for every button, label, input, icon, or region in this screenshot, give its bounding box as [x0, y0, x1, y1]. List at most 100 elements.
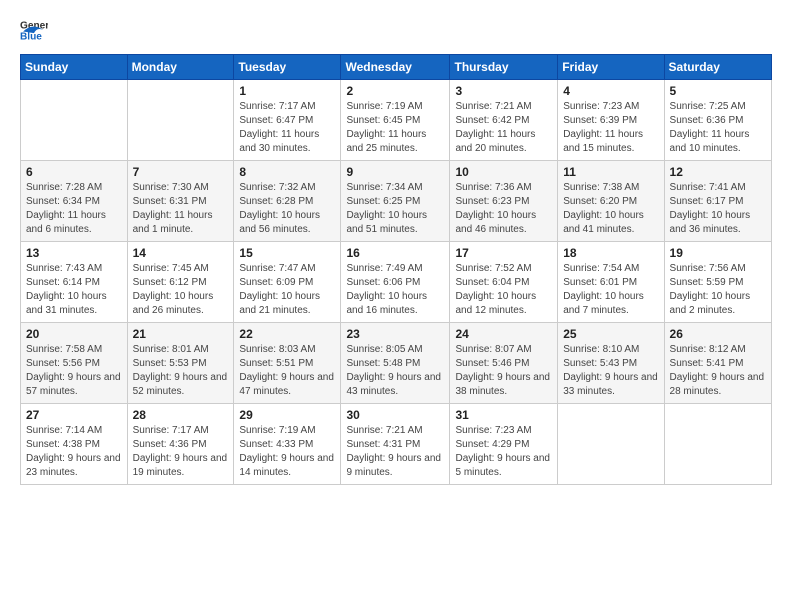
- calendar-cell: 26 Sunrise: 8:12 AM Sunset: 5:41 PM Dayli…: [664, 323, 771, 404]
- day-number: 1: [239, 84, 335, 98]
- page: General Blue SundayMondayTuesdayWednesda…: [0, 0, 792, 501]
- calendar-cell: 11Sunrise: 7:38 AM Sunset: 6:20 PM Dayli…: [558, 161, 664, 242]
- calendar-cell: 25Sunrise: 8:10 AM Sunset: 5:43 PM Dayli…: [558, 323, 664, 404]
- day-info: Sunrise: 7:43 AM Sunset: 6:14 PM Dayligh…: [26, 262, 122, 318]
- calendar-cell: 17Sunrise: 7:52 AM Sunset: 6:04 PM Dayli…: [450, 242, 558, 323]
- day-info: Sunrise: 7:56 AM Sunset: 5:59 PM Dayligh…: [670, 262, 766, 318]
- day-number: 4: [563, 84, 658, 98]
- day-info: Sunrise: 7:34 AM Sunset: 6:25 PM Dayligh…: [346, 181, 444, 237]
- calendar-cell: 10Sunrise: 7:36 AM Sunset: 6:23 PM Dayli…: [450, 161, 558, 242]
- calendar-cell: 24 Sunrise: 8:07 AM Sunset: 5:46 PM Dayli…: [450, 323, 558, 404]
- calendar-cell: 18 Sunrise: 7:54 AM Sunset: 6:01 PM Dayli…: [558, 242, 664, 323]
- day-info: Sunrise: 7:32 AM Sunset: 6:28 PM Dayligh…: [239, 181, 335, 237]
- calendar-week-row: 6 Sunrise: 7:28 AM Sunset: 6:34 PM Daylig…: [21, 161, 772, 242]
- svg-text:Blue: Blue: [20, 31, 42, 42]
- day-number: 8: [239, 165, 335, 179]
- day-number: 28: [133, 408, 229, 422]
- day-info: Sunrise: 7:23 AM Sunset: 4:29 PM Dayligh…: [455, 424, 552, 480]
- day-number: 2: [346, 84, 444, 98]
- day-number: 18: [563, 246, 658, 260]
- calendar-cell: 29 Sunrise: 7:19 AM Sunset: 4:33 PM Dayli…: [234, 404, 341, 485]
- calendar-cell: 19 Sunrise: 7:56 AM Sunset: 5:59 PM Dayli…: [664, 242, 771, 323]
- calendar-cell: 5 Sunrise: 7:25 AM Sunset: 6:36 PM Daylig…: [664, 80, 771, 161]
- calendar-week-row: 27Sunrise: 7:14 AM Sunset: 4:38 PM Dayli…: [21, 404, 772, 485]
- day-number: 16: [346, 246, 444, 260]
- weekday-header: Sunday: [21, 55, 128, 80]
- calendar-cell: 14Sunrise: 7:45 AM Sunset: 6:12 PM Dayli…: [127, 242, 234, 323]
- logo-icon: General Blue: [20, 16, 48, 44]
- day-number: 7: [133, 165, 229, 179]
- day-info: Sunrise: 7:23 AM Sunset: 6:39 PM Dayligh…: [563, 100, 658, 156]
- day-info: Sunrise: 7:41 AM Sunset: 6:17 PM Dayligh…: [670, 181, 766, 237]
- day-number: 15: [239, 246, 335, 260]
- day-info: Sunrise: 8:07 AM Sunset: 5:46 PM Dayligh…: [455, 343, 552, 399]
- day-info: Sunrise: 7:58 AM Sunset: 5:56 PM Dayligh…: [26, 343, 122, 399]
- day-info: Sunrise: 7:28 AM Sunset: 6:34 PM Dayligh…: [26, 181, 122, 237]
- day-info: Sunrise: 7:21 AM Sunset: 6:42 PM Dayligh…: [455, 100, 552, 156]
- day-info: Sunrise: 7:17 AM Sunset: 6:47 PM Dayligh…: [239, 100, 335, 156]
- day-number: 5: [670, 84, 766, 98]
- day-info: Sunrise: 7:21 AM Sunset: 4:31 PM Dayligh…: [346, 424, 444, 480]
- calendar-cell: 7 Sunrise: 7:30 AM Sunset: 6:31 PM Daylig…: [127, 161, 234, 242]
- calendar-cell: 3 Sunrise: 7:21 AM Sunset: 6:42 PM Daylig…: [450, 80, 558, 161]
- day-info: Sunrise: 7:30 AM Sunset: 6:31 PM Dayligh…: [133, 181, 229, 237]
- calendar-cell: 2 Sunrise: 7:19 AM Sunset: 6:45 PM Daylig…: [341, 80, 450, 161]
- logo: General Blue: [20, 16, 48, 44]
- calendar-cell: [558, 404, 664, 485]
- day-info: Sunrise: 7:38 AM Sunset: 6:20 PM Dayligh…: [563, 181, 658, 237]
- day-number: 10: [455, 165, 552, 179]
- day-number: 12: [670, 165, 766, 179]
- weekday-header-row: SundayMondayTuesdayWednesdayThursdayFrid…: [21, 55, 772, 80]
- day-number: 30: [346, 408, 444, 422]
- day-number: 19: [670, 246, 766, 260]
- day-number: 24: [455, 327, 552, 341]
- day-info: Sunrise: 7:25 AM Sunset: 6:36 PM Dayligh…: [670, 100, 766, 156]
- day-number: 6: [26, 165, 122, 179]
- day-number: 21: [133, 327, 229, 341]
- calendar-cell: [127, 80, 234, 161]
- weekday-header: Monday: [127, 55, 234, 80]
- day-info: Sunrise: 7:17 AM Sunset: 4:36 PM Dayligh…: [133, 424, 229, 480]
- calendar-cell: 20 Sunrise: 7:58 AM Sunset: 5:56 PM Dayli…: [21, 323, 128, 404]
- calendar-cell: 31 Sunrise: 7:23 AM Sunset: 4:29 PM Dayli…: [450, 404, 558, 485]
- day-number: 31: [455, 408, 552, 422]
- weekday-header: Tuesday: [234, 55, 341, 80]
- weekday-header: Wednesday: [341, 55, 450, 80]
- day-info: Sunrise: 8:01 AM Sunset: 5:53 PM Dayligh…: [133, 343, 229, 399]
- day-number: 22: [239, 327, 335, 341]
- calendar-cell: [21, 80, 128, 161]
- day-number: 20: [26, 327, 122, 341]
- day-info: Sunrise: 7:19 AM Sunset: 6:45 PM Dayligh…: [346, 100, 444, 156]
- calendar-cell: 27Sunrise: 7:14 AM Sunset: 4:38 PM Dayli…: [21, 404, 128, 485]
- calendar-cell: 9Sunrise: 7:34 AM Sunset: 6:25 PM Daylig…: [341, 161, 450, 242]
- calendar-cell: 1 Sunrise: 7:17 AM Sunset: 6:47 PM Daylig…: [234, 80, 341, 161]
- day-info: Sunrise: 7:45 AM Sunset: 6:12 PM Dayligh…: [133, 262, 229, 318]
- calendar-week-row: 20 Sunrise: 7:58 AM Sunset: 5:56 PM Dayli…: [21, 323, 772, 404]
- day-number: 29: [239, 408, 335, 422]
- day-info: Sunrise: 7:54 AM Sunset: 6:01 PM Dayligh…: [563, 262, 658, 318]
- calendar-cell: 15Sunrise: 7:47 AM Sunset: 6:09 PM Dayli…: [234, 242, 341, 323]
- calendar-week-row: 1 Sunrise: 7:17 AM Sunset: 6:47 PM Daylig…: [21, 80, 772, 161]
- calendar-cell: 22 Sunrise: 8:03 AM Sunset: 5:51 PM Dayli…: [234, 323, 341, 404]
- day-number: 23: [346, 327, 444, 341]
- day-info: Sunrise: 7:19 AM Sunset: 4:33 PM Dayligh…: [239, 424, 335, 480]
- calendar-cell: 21 Sunrise: 8:01 AM Sunset: 5:53 PM Dayli…: [127, 323, 234, 404]
- day-number: 3: [455, 84, 552, 98]
- calendar-cell: 28 Sunrise: 7:17 AM Sunset: 4:36 PM Dayli…: [127, 404, 234, 485]
- calendar-week-row: 13Sunrise: 7:43 AM Sunset: 6:14 PM Dayli…: [21, 242, 772, 323]
- calendar-cell: 12 Sunrise: 7:41 AM Sunset: 6:17 PM Dayli…: [664, 161, 771, 242]
- weekday-header: Thursday: [450, 55, 558, 80]
- header: General Blue: [20, 16, 772, 44]
- day-number: 26: [670, 327, 766, 341]
- day-info: Sunrise: 7:52 AM Sunset: 6:04 PM Dayligh…: [455, 262, 552, 318]
- calendar-cell: 4 Sunrise: 7:23 AM Sunset: 6:39 PM Daylig…: [558, 80, 664, 161]
- calendar-cell: 6 Sunrise: 7:28 AM Sunset: 6:34 PM Daylig…: [21, 161, 128, 242]
- calendar-cell: 30 Sunrise: 7:21 AM Sunset: 4:31 PM Dayli…: [341, 404, 450, 485]
- day-info: Sunrise: 7:49 AM Sunset: 6:06 PM Dayligh…: [346, 262, 444, 318]
- calendar-cell: [664, 404, 771, 485]
- day-info: Sunrise: 8:10 AM Sunset: 5:43 PM Dayligh…: [563, 343, 658, 399]
- day-info: Sunrise: 8:03 AM Sunset: 5:51 PM Dayligh…: [239, 343, 335, 399]
- weekday-header: Friday: [558, 55, 664, 80]
- calendar-cell: 8 Sunrise: 7:32 AM Sunset: 6:28 PM Daylig…: [234, 161, 341, 242]
- day-info: Sunrise: 8:12 AM Sunset: 5:41 PM Dayligh…: [670, 343, 766, 399]
